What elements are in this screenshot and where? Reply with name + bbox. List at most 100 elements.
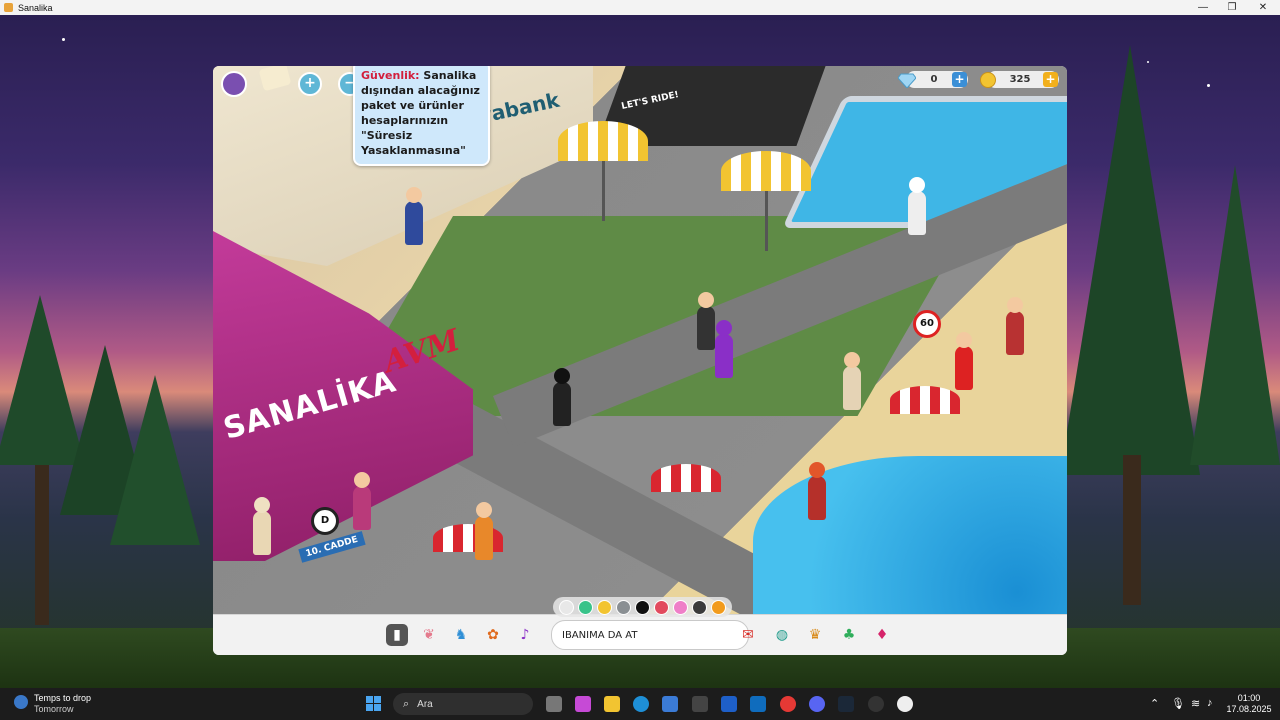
tooltip-line: Yasaklanmasına" [361, 144, 466, 157]
globe-icon[interactable]: ◍ [771, 624, 793, 646]
gold-counter: 325 + [980, 71, 1059, 88]
weather-widget[interactable]: Temps to drop Tomorrow [14, 693, 91, 715]
chat-input[interactable] [551, 620, 749, 650]
gold-amount: 325 [1009, 74, 1031, 85]
system-clock[interactable]: 01:00 17.08.2025 [1224, 693, 1274, 715]
search-placeholder: Ara [417, 698, 433, 710]
game-world[interactable]: yabank LET'S RIDE! SANALİKA AVM 60 D 10.… [213, 66, 1067, 614]
avatar-police[interactable] [405, 187, 423, 245]
color-swatch[interactable] [654, 599, 669, 615]
wifi-icon[interactable]: ≋ [1191, 697, 1200, 710]
beach-umbrella [558, 121, 648, 161]
island-icon[interactable]: ♣ [838, 624, 860, 646]
direction-sign: D [311, 507, 339, 535]
chrome-icon[interactable] [780, 696, 796, 712]
diamond-counter: 0 + [897, 71, 968, 89]
color-swatch[interactable] [578, 599, 593, 615]
add-diamonds-button[interactable]: + [952, 72, 967, 87]
clothes-icon[interactable]: ♞ [450, 624, 472, 646]
tree-trunk [1123, 455, 1141, 605]
taskbar-search[interactable]: ⌕ Ara [393, 693, 533, 715]
avatar[interactable] [843, 352, 861, 410]
window-titlebar: Sanalika — ❐ ✕ [0, 0, 1280, 15]
avatar[interactable] [1006, 297, 1024, 355]
copilot-icon[interactable] [575, 696, 591, 712]
avatar[interactable] [808, 462, 826, 520]
color-swatch[interactable] [635, 599, 650, 615]
tooltip-line: Sanalika [423, 69, 477, 82]
start-icon[interactable] [366, 696, 382, 712]
beach-umbrella [890, 386, 960, 414]
clock-time: 01:00 [1237, 693, 1261, 703]
tree [1190, 165, 1280, 465]
microphone-icon[interactable]: 🎙 [1171, 697, 1185, 710]
star [62, 38, 65, 41]
chat-bubbles-icon[interactable]: ✉ [737, 624, 759, 646]
tooltip-line: hesaplarınızın [361, 114, 449, 127]
task-view-icon[interactable] [546, 696, 562, 712]
dance-icon[interactable]: ♪ [514, 624, 536, 646]
sea [753, 456, 1067, 614]
gold-coin-icon [979, 71, 997, 88]
pet-icon[interactable]: ✿ [482, 624, 504, 646]
tooltip-line: paket ve ürünler [361, 99, 464, 112]
tooltip-line: "Süresiz [361, 129, 413, 142]
chevron-up-icon[interactable]: ⌃ [1150, 697, 1159, 710]
app-icon [4, 3, 13, 12]
trophy-icon[interactable]: ♛ [804, 624, 826, 646]
avatar[interactable] [475, 502, 493, 560]
color-swatch[interactable] [616, 599, 631, 615]
obs-icon[interactable] [868, 696, 884, 712]
window-title: Sanalika [18, 2, 53, 13]
restore-button[interactable]: ❐ [1215, 0, 1249, 15]
tree [110, 375, 200, 545]
discord-icon[interactable] [809, 696, 825, 712]
game-viewport[interactable]: yabank LET'S RIDE! SANALİKA AVM 60 D 10.… [213, 66, 1067, 655]
phone-icon[interactable]: ▮ [386, 624, 408, 646]
diamond-amount: 0 [930, 74, 938, 85]
taskbar: Temps to drop Tomorrow ⌕ Ara ⌃ 🎙 ≋ ♪ 01:… [0, 688, 1280, 720]
game-toolbar: ▮ ❦ ♞ ✿ ♪ ✉ ◍ ♛ ♣ ♦ [213, 597, 1067, 655]
zoom-in-button[interactable]: + [298, 72, 322, 96]
avatar[interactable] [553, 368, 571, 426]
weather-subtitle: Tomorrow [34, 704, 74, 714]
steam-icon[interactable] [838, 696, 854, 712]
color-swatch[interactable] [711, 599, 726, 615]
file-explorer-icon[interactable] [604, 696, 620, 712]
color-palette [553, 597, 732, 617]
avatar[interactable] [253, 497, 271, 555]
profile-avatar[interactable] [221, 71, 247, 97]
avatar[interactable] [697, 292, 715, 350]
vscode-icon[interactable] [721, 696, 737, 712]
avatar[interactable] [955, 332, 973, 390]
tooltip-label: Güvenlik: [361, 69, 420, 82]
brain-icon[interactable]: ❦ [418, 624, 440, 646]
beach-umbrella [651, 464, 721, 492]
color-swatch[interactable] [673, 599, 688, 615]
weather-badge-icon [14, 695, 28, 709]
close-button[interactable]: ✕ [1246, 0, 1280, 15]
edge-icon[interactable] [633, 696, 649, 712]
avatar[interactable] [715, 320, 733, 378]
add-gold-button[interactable]: + [1043, 72, 1058, 87]
beach-umbrella [721, 151, 811, 191]
tree [1060, 45, 1200, 475]
sanalika-taskbar-icon[interactable] [897, 696, 913, 712]
color-swatch[interactable] [692, 599, 707, 615]
tooltip-line: dışından alacağınız [361, 84, 480, 97]
search-icon: ⌕ [403, 697, 410, 710]
diamond-icon [897, 72, 917, 89]
weather-title: Temps to drop [34, 693, 92, 703]
color-swatch[interactable] [597, 599, 612, 615]
app-icon[interactable] [692, 696, 708, 712]
avatar[interactable] [353, 472, 371, 530]
outlook-icon[interactable] [750, 696, 766, 712]
store-icon[interactable] [662, 696, 678, 712]
gem-icon[interactable]: ♦ [871, 624, 893, 646]
umbrella-pole [765, 191, 768, 251]
volume-icon[interactable]: ♪ [1207, 697, 1213, 709]
security-tooltip: Güvenlik: Sanalika dışından alacağınız p… [353, 66, 490, 166]
umbrella-pole [602, 161, 605, 221]
color-swatch[interactable] [559, 599, 574, 615]
avatar[interactable] [908, 177, 926, 235]
